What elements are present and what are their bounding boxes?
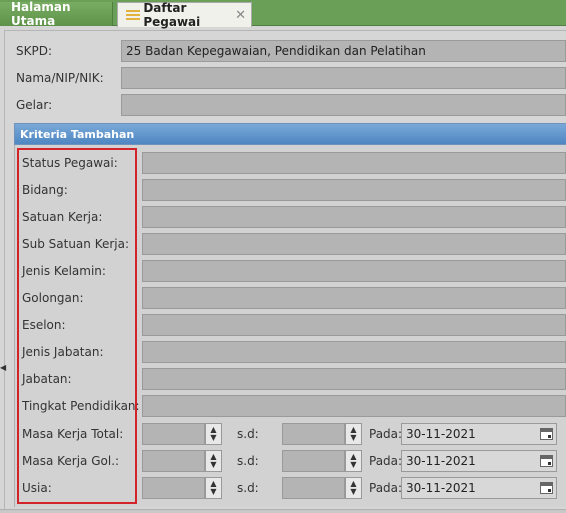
jabatan-field[interactable] xyxy=(142,368,566,390)
calendar-icon[interactable] xyxy=(540,428,553,440)
stepper-arrows-icon[interactable]: ▲ ▼ xyxy=(345,450,362,472)
skpd-value: 25 Badan Kepegawaian, Pendidikan dan Pel… xyxy=(126,44,426,58)
tab-bar: Halaman Utama Daftar Pegawai ✕ xyxy=(0,0,566,29)
nama-label: Nama/NIP/NIK: xyxy=(16,71,104,85)
nama-field[interactable] xyxy=(121,67,566,89)
stepper-arrows-icon[interactable]: ▲ ▼ xyxy=(205,477,222,499)
close-icon[interactable]: ✕ xyxy=(235,8,246,23)
skpd-field[interactable]: 25 Badan Kepegawaian, Pendidikan dan Pel… xyxy=(121,40,566,62)
bottom-border xyxy=(0,509,566,513)
stepper-value[interactable] xyxy=(142,423,205,445)
date-value: 30-11-2021 xyxy=(406,454,476,468)
kriteria-title: Kriteria Tambahan xyxy=(20,127,135,141)
masa-kerja-gol-to-stepper[interactable]: ▲ ▼ xyxy=(282,450,362,472)
masa-kerja-gol-from-stepper[interactable]: ▲ ▼ xyxy=(142,450,222,472)
calendar-icon[interactable] xyxy=(540,482,553,494)
stepper-value[interactable] xyxy=(142,450,205,472)
stepper-arrows-icon[interactable]: ▲ ▼ xyxy=(345,423,362,445)
sub-satuan-kerja-field[interactable] xyxy=(142,233,566,255)
tab-halaman-utama[interactable]: Halaman Utama xyxy=(0,0,113,28)
sd-label: s.d: xyxy=(237,427,259,441)
collapse-arrow-icon[interactable]: ◀ xyxy=(0,363,6,372)
satuan-kerja-field[interactable] xyxy=(142,206,566,228)
status-pegawai-field[interactable] xyxy=(142,152,566,174)
stepper-value[interactable] xyxy=(282,423,345,445)
skpd-label-row: SKPD: xyxy=(16,40,52,62)
tab-label: Daftar Pegawai xyxy=(143,1,201,29)
masa-kerja-total-date-field[interactable]: 30-11-2021 xyxy=(401,423,557,445)
pada-label: Pada: xyxy=(369,481,403,495)
eselon-field[interactable] xyxy=(142,314,566,336)
sd-label: s.d: xyxy=(237,481,259,495)
usia-from-stepper[interactable]: ▲ ▼ xyxy=(142,477,222,499)
list-icon xyxy=(126,10,140,20)
bidang-field[interactable] xyxy=(142,179,566,201)
gelar-label: Gelar: xyxy=(16,98,53,112)
masa-kerja-gol-date-field[interactable]: 30-11-2021 xyxy=(401,450,557,472)
tab-label: Halaman Utama xyxy=(11,0,71,28)
date-value: 30-11-2021 xyxy=(406,427,476,441)
stepper-value[interactable] xyxy=(282,477,345,499)
stepper-arrows-icon[interactable]: ▲ ▼ xyxy=(205,450,222,472)
stepper-arrows-icon[interactable]: ▲ ▼ xyxy=(205,423,222,445)
tingkat-pendidikan-field[interactable] xyxy=(142,395,566,417)
usia-date-field[interactable]: 30-11-2021 xyxy=(401,477,557,499)
stepper-arrows-icon[interactable]: ▲ ▼ xyxy=(345,477,362,499)
gelar-field[interactable] xyxy=(121,94,566,116)
highlight-box xyxy=(17,148,137,504)
tab-daftar-pegawai[interactable]: Daftar Pegawai ✕ xyxy=(117,1,252,29)
masa-kerja-total-to-stepper[interactable]: ▲ ▼ xyxy=(282,423,362,445)
skpd-label: SKPD: xyxy=(16,44,53,58)
date-value: 30-11-2021 xyxy=(406,481,476,495)
sd-label: s.d: xyxy=(237,454,259,468)
pada-label: Pada: xyxy=(369,427,403,441)
calendar-icon[interactable] xyxy=(540,455,553,467)
stepper-value[interactable] xyxy=(142,477,205,499)
jenis-kelamin-field[interactable] xyxy=(142,260,566,282)
pada-label: Pada: xyxy=(369,454,403,468)
usia-to-stepper[interactable]: ▲ ▼ xyxy=(282,477,362,499)
kriteria-header[interactable]: Kriteria Tambahan xyxy=(14,123,566,145)
stepper-value[interactable] xyxy=(282,450,345,472)
jenis-jabatan-field[interactable] xyxy=(142,341,566,363)
golongan-field[interactable] xyxy=(142,287,566,309)
gelar-label-row: Gelar: xyxy=(16,94,52,116)
nama-label-row: Nama/NIP/NIK: xyxy=(16,67,104,89)
masa-kerja-total-from-stepper[interactable]: ▲ ▼ xyxy=(142,423,222,445)
